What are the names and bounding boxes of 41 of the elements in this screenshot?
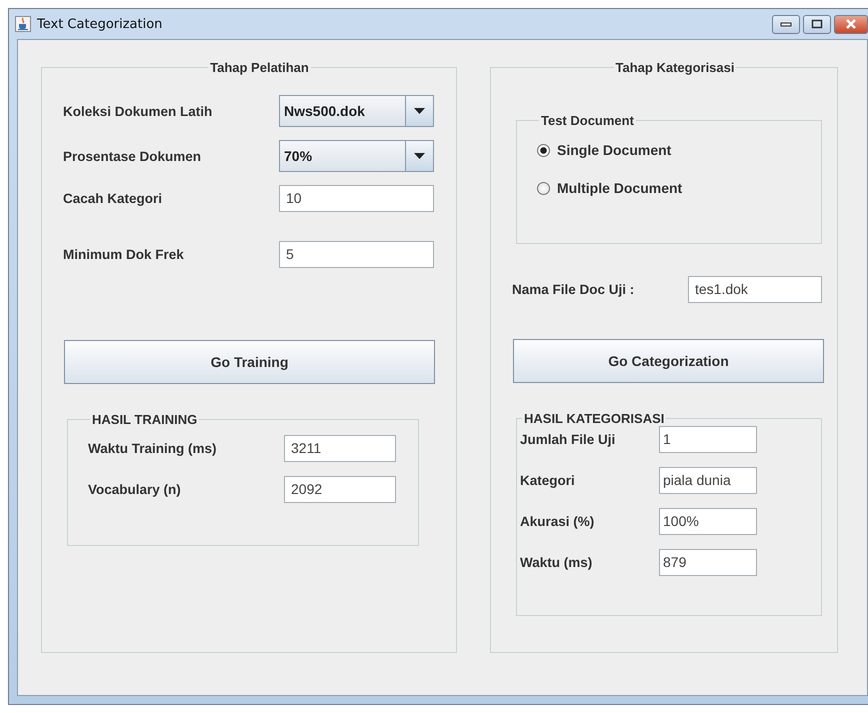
field-label: Cacah Kategori	[63, 191, 164, 206]
maximize-button[interactable]	[803, 14, 831, 34]
input-field[interactable]: 2092	[284, 476, 396, 503]
radio-option[interactable]: Single Document	[537, 142, 672, 158]
maximize-icon	[811, 19, 823, 29]
input-field[interactable]: 100%	[659, 508, 757, 535]
panel-title: Tahap Pelatihan	[209, 61, 310, 75]
window-title: Text Categorization	[37, 16, 162, 32]
input-field[interactable]: piala dunia	[659, 467, 757, 494]
caret-icon	[414, 153, 425, 159]
field-label: Prosentase Dokumen	[63, 148, 202, 164]
group-title: HASIL TRAINING	[91, 412, 198, 427]
go-categorization-button[interactable]: Go Categorization	[513, 339, 824, 383]
dropdown[interactable]: Nws500.dok	[279, 95, 434, 127]
field-label: Jumlah File Uji	[520, 432, 616, 447]
field-label: Koleksi Dokumen Latih	[63, 104, 214, 118]
input-field[interactable]: 879	[659, 549, 757, 576]
input-field[interactable]: tes1.dok	[688, 276, 822, 303]
dropdown[interactable]: 70%	[279, 140, 434, 172]
group-title: HASIL KATEGORISASI	[523, 411, 666, 426]
input-field[interactable]: 5	[279, 241, 434, 268]
close-icon	[845, 19, 857, 29]
field-label: Nama File Doc Uji :	[512, 282, 636, 297]
close-button[interactable]	[834, 14, 868, 34]
go-training-button[interactable]: Go Training	[64, 340, 435, 384]
field-label: Kategori	[520, 473, 576, 488]
group-title: Test Document	[540, 113, 635, 128]
input-field[interactable]: 3211	[284, 435, 396, 462]
coffee-cup-icon	[15, 16, 31, 32]
field-label: Akurasi (%)	[520, 514, 596, 529]
input-field[interactable]: 10	[279, 185, 434, 212]
radio-option[interactable]: Multiple Document	[537, 180, 682, 196]
minimize-button[interactable]	[772, 14, 800, 34]
field-label: Vocabulary (n)	[88, 482, 182, 497]
caret-icon	[414, 108, 425, 114]
input-field[interactable]: 1	[659, 426, 757, 453]
field-label: Waktu (ms)	[520, 555, 594, 570]
panel-title: Tahap Kategorisasi	[614, 61, 736, 75]
minimize-icon	[780, 21, 792, 27]
field-label: Minimum Dok Frek	[63, 247, 185, 262]
field-label: Waktu Training (ms)	[88, 441, 218, 456]
